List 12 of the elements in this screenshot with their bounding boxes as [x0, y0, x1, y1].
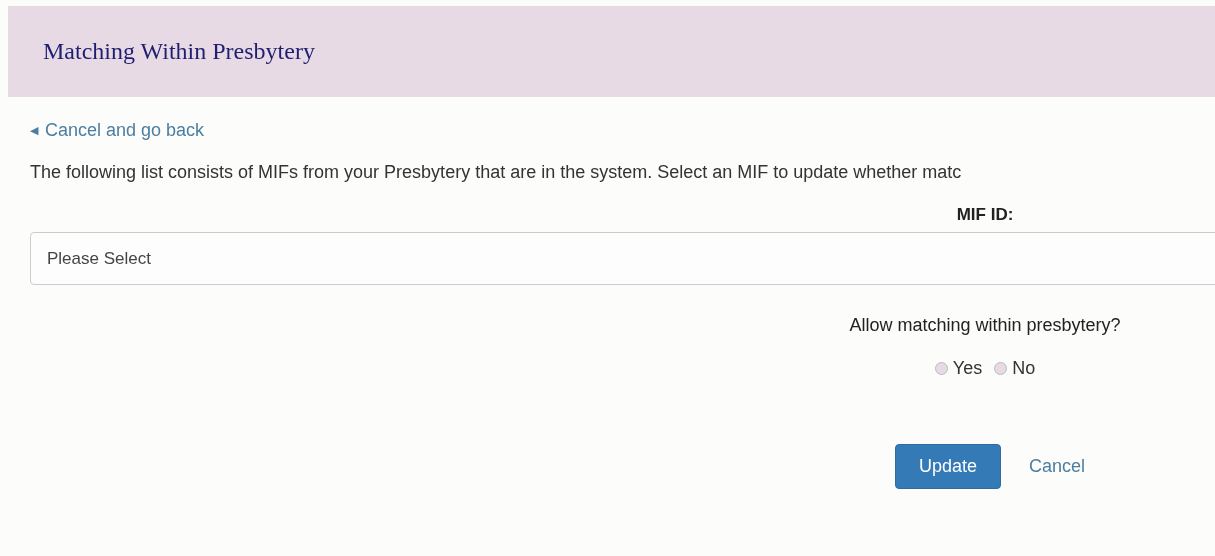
field-label: MIF ID: [956, 205, 1014, 225]
cancel-link[interactable]: Cancel [1009, 444, 1106, 489]
question-label: Allow matching within presbytery? [849, 315, 1121, 336]
option-label[interactable]: No [1012, 358, 1036, 379]
radio-button[interactable] [934, 362, 948, 375]
update-button[interactable]: Update [894, 444, 1001, 489]
back-link[interactable]: $^{◀}$ Cancel and go back [30, 120, 205, 141]
option-label[interactable]: Yes [952, 358, 983, 379]
radio-button[interactable] [994, 362, 1008, 375]
intro-text: The following list consists of MIFs from your Presbytery that are in the system. Select an MIF to update whether matc [30, 162, 963, 183]
mif-select[interactable]: Please Select [30, 232, 1215, 285]
page-title: Matching Within Presbytery [43, 38, 315, 65]
